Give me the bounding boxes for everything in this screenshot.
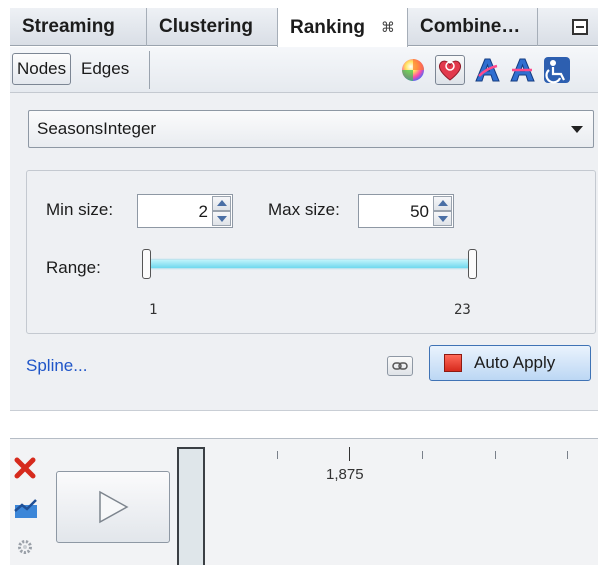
auto-apply-label: Auto Apply	[474, 353, 556, 372]
nodes-toggle[interactable]: Nodes	[12, 53, 72, 85]
minimize-window-icon[interactable]	[572, 19, 588, 35]
panel-footer-strip	[10, 410, 598, 440]
max-size-value: 50	[410, 202, 429, 221]
tab-ranking[interactable]: Ranking ⌘	[277, 8, 408, 47]
tab-label: Streaming	[22, 16, 115, 37]
timeline-tick	[277, 451, 278, 459]
label-color-icon[interactable]	[472, 55, 502, 85]
increment-arrow-icon[interactable]	[212, 196, 231, 211]
chevron-down-icon	[571, 126, 583, 133]
decrement-arrow-icon[interactable]	[433, 211, 452, 226]
tab-combine[interactable]: Combine…	[408, 8, 538, 46]
chart-icon[interactable]	[14, 497, 38, 524]
min-size-label: Min size:	[46, 200, 114, 219]
range-min-handle[interactable]	[141, 249, 151, 279]
range-min-value: 1	[149, 302, 158, 318]
tab-label: Combine…	[420, 16, 521, 37]
increment-arrow-icon[interactable]	[433, 196, 452, 211]
timeline-range-selector[interactable]	[177, 447, 205, 565]
size-settings-group: Min size: 2 Max size: 50 Range: 1 23	[26, 170, 596, 334]
stop-square-icon	[444, 354, 462, 372]
timeline-tick	[422, 451, 423, 459]
attribute-dropdown[interactable]: SeasonsInteger	[28, 110, 594, 148]
color-wheel-icon[interactable]	[398, 55, 428, 85]
attribute-dropdown-value: SeasonsInteger	[37, 119, 157, 138]
label-size-icon[interactable]	[507, 55, 537, 85]
transform-icon[interactable]	[542, 55, 572, 85]
size-heart-icon[interactable]	[435, 55, 465, 85]
element-type-toolbar: Nodes Edges	[10, 47, 598, 93]
range-slider-track[interactable]	[146, 260, 472, 268]
range-max-handle[interactable]	[467, 249, 477, 279]
close-icon[interactable]	[14, 457, 36, 484]
timeline-tick	[567, 451, 568, 459]
play-button[interactable]	[56, 471, 170, 543]
timeline-tick	[495, 451, 496, 459]
max-size-stepper[interactable]: 50	[358, 194, 454, 228]
toolbar-separator	[149, 51, 150, 89]
tab-streaming[interactable]: Streaming	[10, 8, 147, 46]
auto-apply-button[interactable]: Auto Apply	[429, 345, 591, 381]
spline-link[interactable]: Spline...	[26, 356, 87, 376]
decrement-arrow-icon[interactable]	[212, 211, 231, 226]
edges-toggle-label: Edges	[81, 59, 130, 78]
tab-label: Ranking	[290, 16, 365, 38]
timeline-tick	[349, 447, 350, 461]
close-tab-icon[interactable]: ⌘	[381, 19, 395, 36]
link-icon[interactable]	[387, 356, 413, 376]
range-max-value: 23	[454, 302, 471, 318]
max-size-label: Max size:	[268, 200, 340, 219]
gear-icon[interactable]	[17, 539, 33, 560]
min-size-stepper[interactable]: 2	[137, 194, 233, 228]
min-size-value: 2	[198, 202, 208, 221]
timeline-tick-label: 1,875	[326, 466, 364, 483]
tab-clustering[interactable]: Clustering	[147, 8, 278, 46]
play-icon	[99, 490, 129, 524]
edges-toggle[interactable]: Edges	[77, 53, 133, 85]
tab-label: Clustering	[159, 16, 253, 37]
range-label: Range:	[46, 258, 101, 277]
ranking-panel: SeasonsInteger Min size: 2 Max size: 50 …	[10, 93, 598, 410]
timeline-bar: 1,875	[10, 438, 598, 565]
nodes-toggle-label: Nodes	[17, 59, 67, 78]
tab-strip: Streaming Clustering Ranking ⌘ Combine…	[10, 8, 598, 47]
